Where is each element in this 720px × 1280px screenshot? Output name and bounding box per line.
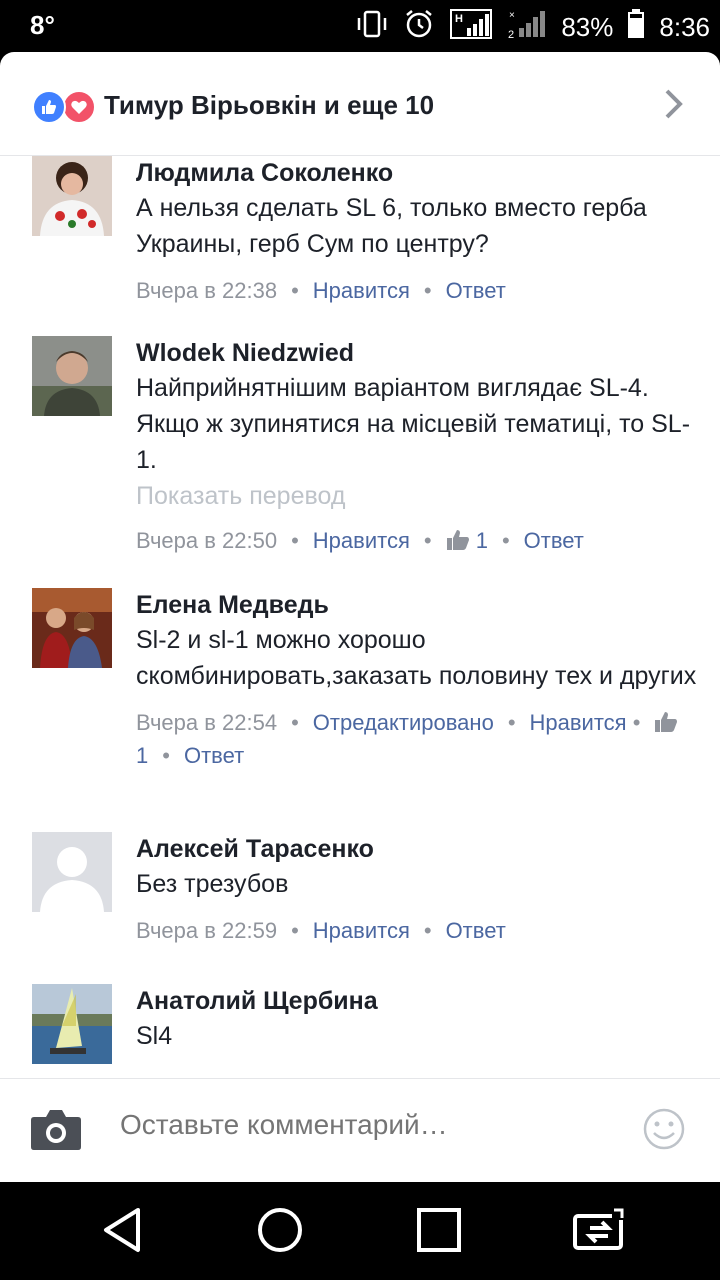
- comment-meta: Вчера в 22:38 • Нравится • Ответ: [136, 278, 506, 303]
- comment-composer: [0, 1078, 720, 1182]
- comment-author[interactable]: Людмила Соколенко: [136, 156, 698, 190]
- reply-link[interactable]: Ответ: [446, 278, 506, 303]
- love-reaction-icon: [62, 90, 96, 124]
- like-link[interactable]: Нравится: [313, 528, 410, 553]
- notification-temperature: 8°: [30, 10, 55, 40]
- comment-meta: Вчера в 22:50 • Нравится • 1 • Ответ: [136, 526, 698, 559]
- clock: 8:36: [659, 12, 710, 42]
- home-icon[interactable]: [256, 1206, 304, 1259]
- avatar[interactable]: [32, 156, 112, 236]
- like-link[interactable]: Нравится: [313, 918, 410, 943]
- svg-text:2: 2: [508, 29, 514, 40]
- comment-author[interactable]: Анатолий Щербина: [136, 984, 698, 1018]
- battery-percent: 83%: [561, 12, 614, 42]
- like-link[interactable]: Нравится: [530, 710, 627, 735]
- avatar[interactable]: [32, 588, 112, 668]
- signal-sim2-icon: 2 ×: [507, 8, 547, 47]
- comment-text: Sl-2 и sl-1 можно хорошо скомбинировать,…: [136, 626, 697, 690]
- status-bar: 8° H 2 × 83% 8:36: [0, 0, 720, 52]
- comment-timestamp: Вчера в 22:54: [136, 710, 278, 735]
- default-avatar[interactable]: [32, 832, 112, 912]
- comment-timestamp: Вчера в 22:59: [136, 918, 278, 943]
- comment-list[interactable]: Людмила Соколенко А нельзя сделать SL 6,…: [0, 156, 720, 1078]
- recents-icon[interactable]: [416, 1206, 462, 1259]
- like-count[interactable]: 1: [476, 528, 488, 553]
- reply-link[interactable]: Ответ: [524, 528, 584, 553]
- svg-text:×: ×: [509, 10, 515, 21]
- comment-timestamp: Вчера в 22:38: [136, 278, 278, 303]
- comment-meta: Вчера в 22:59 • Нравится • Ответ: [136, 918, 506, 943]
- comments-panel: Тимур Вірьовкін и еще 10 Людмила Соколен…: [0, 52, 720, 1182]
- thumbs-up-icon: [654, 711, 678, 741]
- battery-icon: [627, 9, 645, 46]
- avatar[interactable]: [32, 984, 112, 1064]
- vibrate-icon: [355, 9, 389, 46]
- camera-icon[interactable]: [30, 1107, 82, 1156]
- comment-author[interactable]: Wlodek Niedzwied: [136, 336, 698, 370]
- reactions-title: Тимур Вірьовкін и еще 10: [104, 90, 435, 120]
- comment-author[interactable]: Елена Медведь: [136, 588, 698, 622]
- navigation-bar: [0, 1182, 720, 1280]
- signal-h-icon: H: [449, 8, 493, 47]
- comment-timestamp: Вчера в 22:50: [136, 528, 278, 553]
- comment-text: Без трезубов: [136, 870, 289, 898]
- comment-author[interactable]: Алексей Тарасенко: [136, 832, 698, 866]
- comment-text: Найприйнятнішим варіантом виглядає SL-4.…: [136, 374, 691, 474]
- back-icon[interactable]: [100, 1206, 144, 1259]
- reply-link[interactable]: Ответ: [446, 918, 506, 943]
- thumbs-up-icon: [446, 529, 470, 559]
- smiley-icon[interactable]: [642, 1107, 686, 1156]
- comment-text: А нельзя сделать SL 6, только вместо гер…: [136, 194, 647, 258]
- comment-meta: Вчера в 22:54 • Отредактировано • Нравится •…: [136, 708, 698, 771]
- screen-share-icon[interactable]: [572, 1206, 626, 1259]
- svg-text:H: H: [455, 13, 463, 25]
- comment-text: Sl4: [136, 1022, 173, 1050]
- alarm-icon: [403, 8, 435, 47]
- reactions-header[interactable]: Тимур Вірьовкін и еще 10: [0, 52, 720, 156]
- like-count[interactable]: 1: [136, 743, 148, 768]
- comment-input[interactable]: [120, 1109, 620, 1141]
- chevron-right-icon[interactable]: [664, 88, 684, 125]
- show-translation-link[interactable]: Показать перевод: [136, 478, 698, 514]
- like-reaction-icon: [32, 90, 66, 124]
- like-link[interactable]: Нравится: [313, 278, 410, 303]
- edited-link[interactable]: Отредактировано: [313, 710, 494, 735]
- avatar[interactable]: [32, 336, 112, 416]
- reply-link[interactable]: Ответ: [184, 743, 244, 768]
